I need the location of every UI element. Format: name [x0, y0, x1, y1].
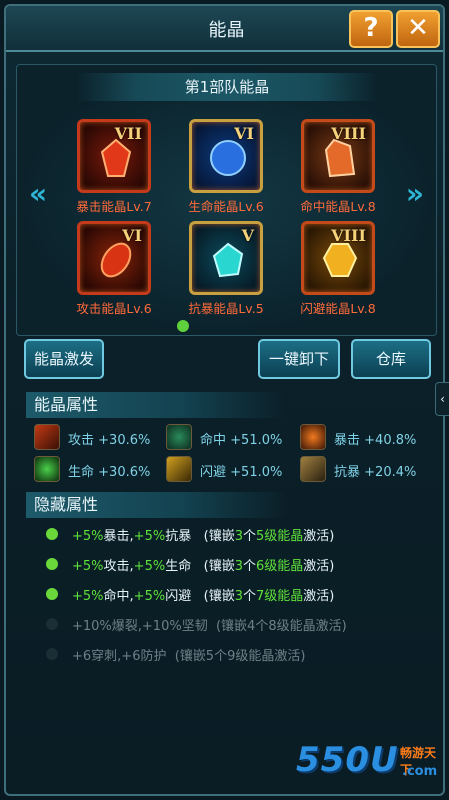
burst-icon — [300, 424, 326, 450]
crosshair-icon — [166, 424, 192, 450]
team-title: 第1部队能晶 — [77, 73, 377, 101]
inactive-dot — [46, 618, 58, 630]
heart-icon — [34, 456, 60, 482]
sword-icon — [34, 424, 60, 450]
inactive-dot — [46, 648, 58, 660]
watermark-brand: 550U — [296, 740, 399, 780]
gem-slot-life[interactable]: VI — [189, 119, 263, 193]
active-dot — [46, 558, 58, 570]
gem-slot-attack[interactable]: VI — [77, 221, 151, 295]
attr-hit: 命中 +51.0% — [200, 433, 283, 448]
gem-label-life: 生命能晶Lv.6 — [188, 199, 264, 214]
orange-crystal-icon — [324, 138, 356, 178]
hidden-attributes-title: 隐藏属性 — [26, 492, 286, 518]
gem-label-dodge: 闪避能晶Lv.8 — [300, 301, 376, 316]
warehouse-button[interactable]: 仓库 — [351, 339, 431, 379]
gem-label-attack: 攻击能晶Lv.6 — [76, 301, 152, 316]
help-button[interactable]: ? — [349, 10, 393, 48]
activate-button[interactable]: 能晶激发 — [24, 339, 104, 379]
unload-all-button[interactable]: 一键卸下 — [258, 339, 340, 379]
attr-attack: 攻击 +30.6% — [68, 433, 151, 448]
attributes-title: 能晶属性 — [26, 392, 286, 418]
attr-crit: 暴击 +40.8% — [334, 433, 417, 448]
cyan-gem-icon — [212, 242, 244, 278]
blue-orb-icon — [210, 140, 246, 176]
gem-slot-anticrit[interactable]: V — [189, 221, 263, 295]
attr-anticrit: 抗暴 +20.4% — [334, 465, 417, 480]
watermark-domain: .com — [402, 764, 438, 779]
close-button[interactable]: ✕ — [396, 10, 440, 48]
watermark-logo: 550U 畅游天下 .com — [296, 736, 446, 792]
gem-slot-crit[interactable]: VII — [77, 119, 151, 193]
attr-dodge: 闪避 +51.0% — [200, 465, 283, 480]
gold-gem-icon — [322, 243, 358, 277]
gem-slot-dodge[interactable]: VIII — [301, 221, 375, 295]
fire-gem-icon — [100, 242, 132, 278]
crystal-panel: 第1部队能晶 « » VII 暴击能晶Lv.7 VI 生命能晶Lv.6 VIII… — [16, 64, 437, 336]
crystal-window: 能晶 ? ✕ 第1部队能晶 « » VII 暴击能晶Lv.7 VI 生命能晶Lv… — [4, 4, 445, 796]
page-indicator-dot — [177, 320, 189, 332]
active-dot — [46, 588, 58, 600]
gem-label-crit: 暴击能晶Lv.7 — [76, 199, 152, 214]
shield-icon — [300, 456, 326, 482]
side-drawer-tab[interactable]: ‹ — [435, 382, 449, 416]
title-bar: 能晶 ? ✕ — [6, 6, 443, 52]
next-team-arrow-icon[interactable]: » — [406, 177, 424, 210]
red-crystal-icon — [100, 138, 132, 177]
prev-team-arrow-icon[interactable]: « — [29, 177, 47, 210]
gem-label-hit: 命中能晶Lv.8 — [300, 199, 376, 214]
attr-life: 生命 +30.6% — [68, 465, 151, 480]
dodge-icon — [166, 456, 192, 482]
gem-label-anticrit: 抗暴能晶Lv.5 — [188, 301, 264, 316]
active-dot — [46, 528, 58, 540]
gem-slot-hit[interactable]: VIII — [301, 119, 375, 193]
